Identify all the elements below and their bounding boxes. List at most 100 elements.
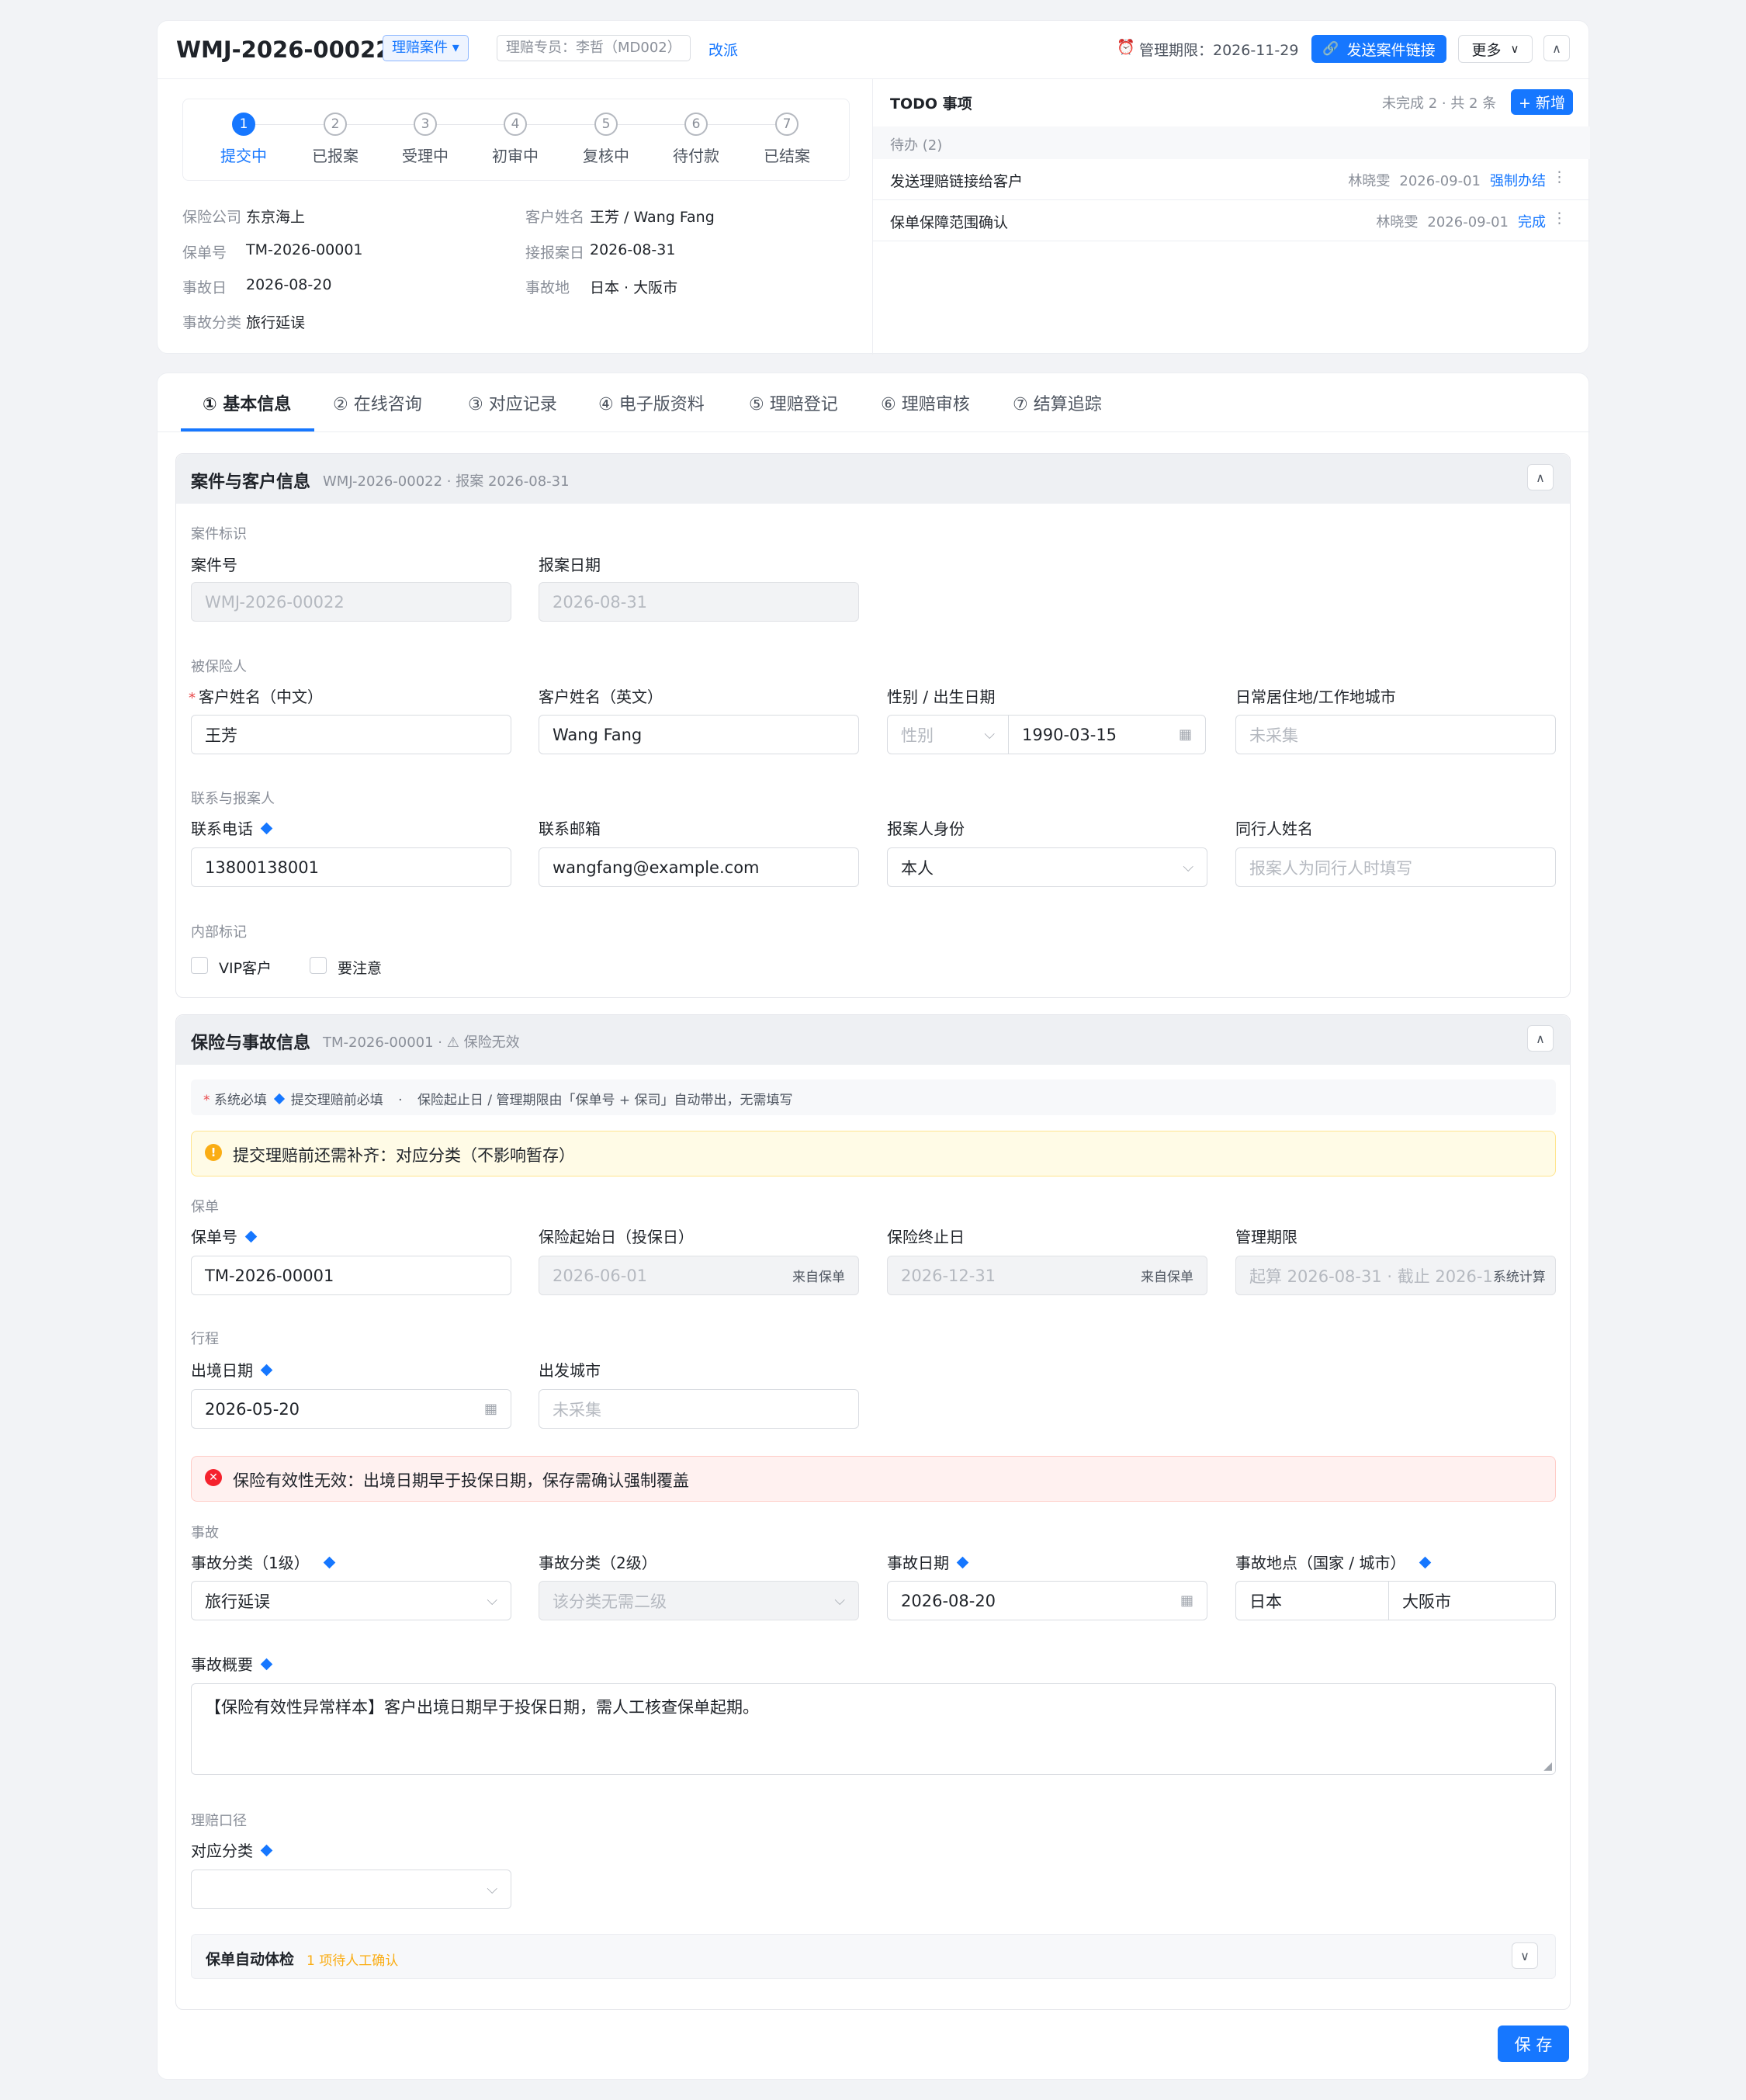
group-contact: 联系与报案人 (191, 791, 275, 807)
attention-label: 要注意 (338, 960, 383, 977)
depart-date-label: 出境日期 (191, 1358, 273, 1381)
section2-collapse-button[interactable]: ∧ (1527, 1025, 1554, 1052)
accident-value: 2026-08-20 (246, 276, 332, 293)
mgmt-period-label: 管理期限 (1235, 1228, 1297, 1246)
policy-no-input[interactable]: TM-2026-00001 (191, 1256, 511, 1295)
more-button[interactable]: 更多 ∨ (1458, 35, 1533, 63)
error-icon: ✕ (205, 1469, 222, 1486)
accident-label: 事故日 (182, 279, 227, 296)
more-vertical-icon[interactable]: ⋮ (1552, 168, 1567, 185)
group-internal: 内部标记 (191, 924, 247, 941)
depart-city-input[interactable]: 未采集 (539, 1389, 859, 1429)
report-date-field: 2026-08-31 (539, 582, 859, 622)
report-label: 接报案日 (525, 244, 585, 262)
tab-2[interactable]: ② 在线咨询 (333, 390, 422, 415)
companion-label: 同行人姓名 (1235, 820, 1313, 838)
acc-place-label: 事故地点（国家 / 城市） (1235, 1551, 1432, 1573)
chevron-down-icon: ⌵ (834, 1592, 845, 1609)
tab-4[interactable]: ④ 电子版资料 (598, 390, 705, 415)
chevron-down-icon: ∨ (1520, 1948, 1529, 1963)
tab-5[interactable]: ⑤ 理赔登记 (749, 390, 838, 415)
todo-item-meta: 林晓雯 2026-09-01 强制办结 (1348, 173, 1546, 189)
diamond-required-icon (260, 1364, 273, 1377)
end-date-field: 2026-12-31 来自保单 (887, 1256, 1207, 1295)
todo-item[interactable]: 保单保障范围确认 林晓雯 2026-09-01 完成 ⋮ (873, 200, 1590, 241)
insurer-label: 保险公司 (182, 209, 242, 226)
todo-action-link[interactable]: 强制办结 (1490, 173, 1546, 189)
summary-textarea[interactable]: 【保险有效性异常样本】客户出境日期早于投保日期，需人工核查保单起期。 ◢ (191, 1683, 1556, 1775)
email-input[interactable]: wangfang@example.com (539, 847, 859, 887)
warning-text: 提交理赔前还需补齐：对应分类（不影响暂存） (233, 1146, 575, 1165)
case-type-badge[interactable]: 理赔案件 ▾ (383, 35, 469, 61)
policy-check-expand-button[interactable]: ∨ (1512, 1942, 1538, 1969)
acc-date-label: 事故日期 (887, 1551, 969, 1573)
todo-item[interactable]: 发送理赔链接给客户 林晓雯 2026-09-01 强制办结 ⋮ (873, 159, 1590, 200)
mapping-select[interactable]: ⌵ (191, 1870, 511, 1909)
name-en-input[interactable]: Wang Fang (539, 715, 859, 754)
name-cn-input[interactable]: 王芳 (191, 715, 511, 754)
step-label: 受理中 (402, 147, 449, 165)
reporter-label: 报案人身份 (887, 820, 965, 838)
todo-item-title: 保单保障范围确认 (890, 214, 1009, 231)
resize-handle-icon[interactable]: ◢ (1543, 1760, 1552, 1773)
depart-date-input[interactable]: 2026-05-20 ▦ (191, 1389, 511, 1429)
warning-icon: ! (205, 1144, 222, 1161)
chevron-up-icon: ∧ (1552, 40, 1561, 56)
todo-action-link[interactable]: 完成 (1518, 214, 1546, 230)
step-number-icon: 5 (594, 113, 618, 136)
tab-3[interactable]: ③ 对应记录 (468, 390, 557, 415)
send-case-link-button[interactable]: 🔗 发送案件链接 (1311, 35, 1446, 63)
city-input-accident[interactable]: 大阪市 (1388, 1581, 1556, 1620)
customer-label: 客户姓名 (525, 209, 585, 226)
reporter-select[interactable]: 本人 ⌵ (887, 847, 1207, 887)
progress-steps (182, 99, 850, 181)
section1-collapse-button[interactable]: ∧ (1527, 464, 1554, 490)
cat1-label: 事故分类（1级） (191, 1551, 336, 1573)
attention-checkbox[interactable] (310, 957, 327, 974)
vip-checkbox[interactable] (191, 957, 208, 974)
case-id: WMJ-2026-00022 (176, 36, 392, 63)
gender-select[interactable]: 性别 ⌵ (887, 715, 1009, 754)
chevron-up-icon: ∧ (1536, 470, 1545, 485)
vip-label: VIP客户 (219, 960, 272, 977)
add-todo-button[interactable]: + 新增 (1511, 89, 1573, 115)
policy-value: TM-2026-00001 (246, 241, 363, 258)
summary-label: 事故概要 (191, 1652, 273, 1675)
reassign-link[interactable]: 改派 (708, 39, 738, 60)
insurer-value: 东京海上 (246, 209, 306, 226)
name-en-label: 客户姓名（英文） (539, 688, 663, 706)
more-vertical-icon[interactable]: ⋮ (1552, 210, 1567, 227)
error-text: 保险有效性无效：出境日期早于投保日期，保存需确认强制覆盖 (233, 1471, 689, 1490)
collapse-header-button[interactable]: ∧ (1543, 35, 1570, 61)
start-date-field: 2026-06-01 来自保单 (539, 1256, 859, 1295)
policy-label: 保单号 (182, 244, 227, 262)
save-button[interactable]: 保 存 (1498, 2025, 1569, 2062)
todo-stats: 未完成 2 · 共 2 条 (1382, 95, 1497, 112)
step-number-icon: 1 (232, 113, 255, 136)
tab-7[interactable]: ⑦ 结算追踪 (1013, 390, 1102, 415)
phone-input[interactable]: 13800138001 (191, 847, 511, 887)
city-input[interactable]: 未采集 (1235, 715, 1556, 754)
group-insured: 被保险人 (191, 659, 247, 675)
companion-input[interactable]: 报案人为同行人时填写 (1235, 847, 1556, 887)
birth-date-input[interactable]: 1990-03-15 ▦ (1008, 715, 1206, 754)
tab-1[interactable]: ① 基本信息 (203, 390, 291, 415)
group-case-id: 案件标识 (191, 526, 247, 542)
country-input[interactable]: 日本 (1235, 1581, 1389, 1620)
section2-title: 保险与事故信息 (191, 1034, 311, 1053)
tab-6[interactable]: ⑥ 理赔审核 (881, 390, 970, 415)
name-cn-label: * 客户姓名（中文） (189, 688, 323, 706)
email-label: 联系邮箱 (539, 820, 601, 838)
diamond-required-icon (323, 1556, 336, 1569)
policy-no-label: 保单号 (191, 1225, 258, 1247)
step-number-icon: 3 (414, 113, 437, 136)
todo-title: TODO 事项 (890, 95, 972, 113)
step-number-icon: 7 (775, 113, 799, 136)
section1-subtitle: WMJ-2026-00022 · 报案 2026-08-31 (323, 473, 570, 490)
cat1-select[interactable]: 旅行延误 ⌵ (191, 1581, 511, 1620)
diamond-required-icon (956, 1556, 969, 1569)
city-label: 日常居住地/工作地城市 (1235, 688, 1396, 706)
link-icon: 🔗 (1322, 41, 1339, 57)
diamond-required-icon (244, 1230, 258, 1243)
acc-date-input[interactable]: 2026-08-20 ▦ (887, 1581, 1207, 1620)
